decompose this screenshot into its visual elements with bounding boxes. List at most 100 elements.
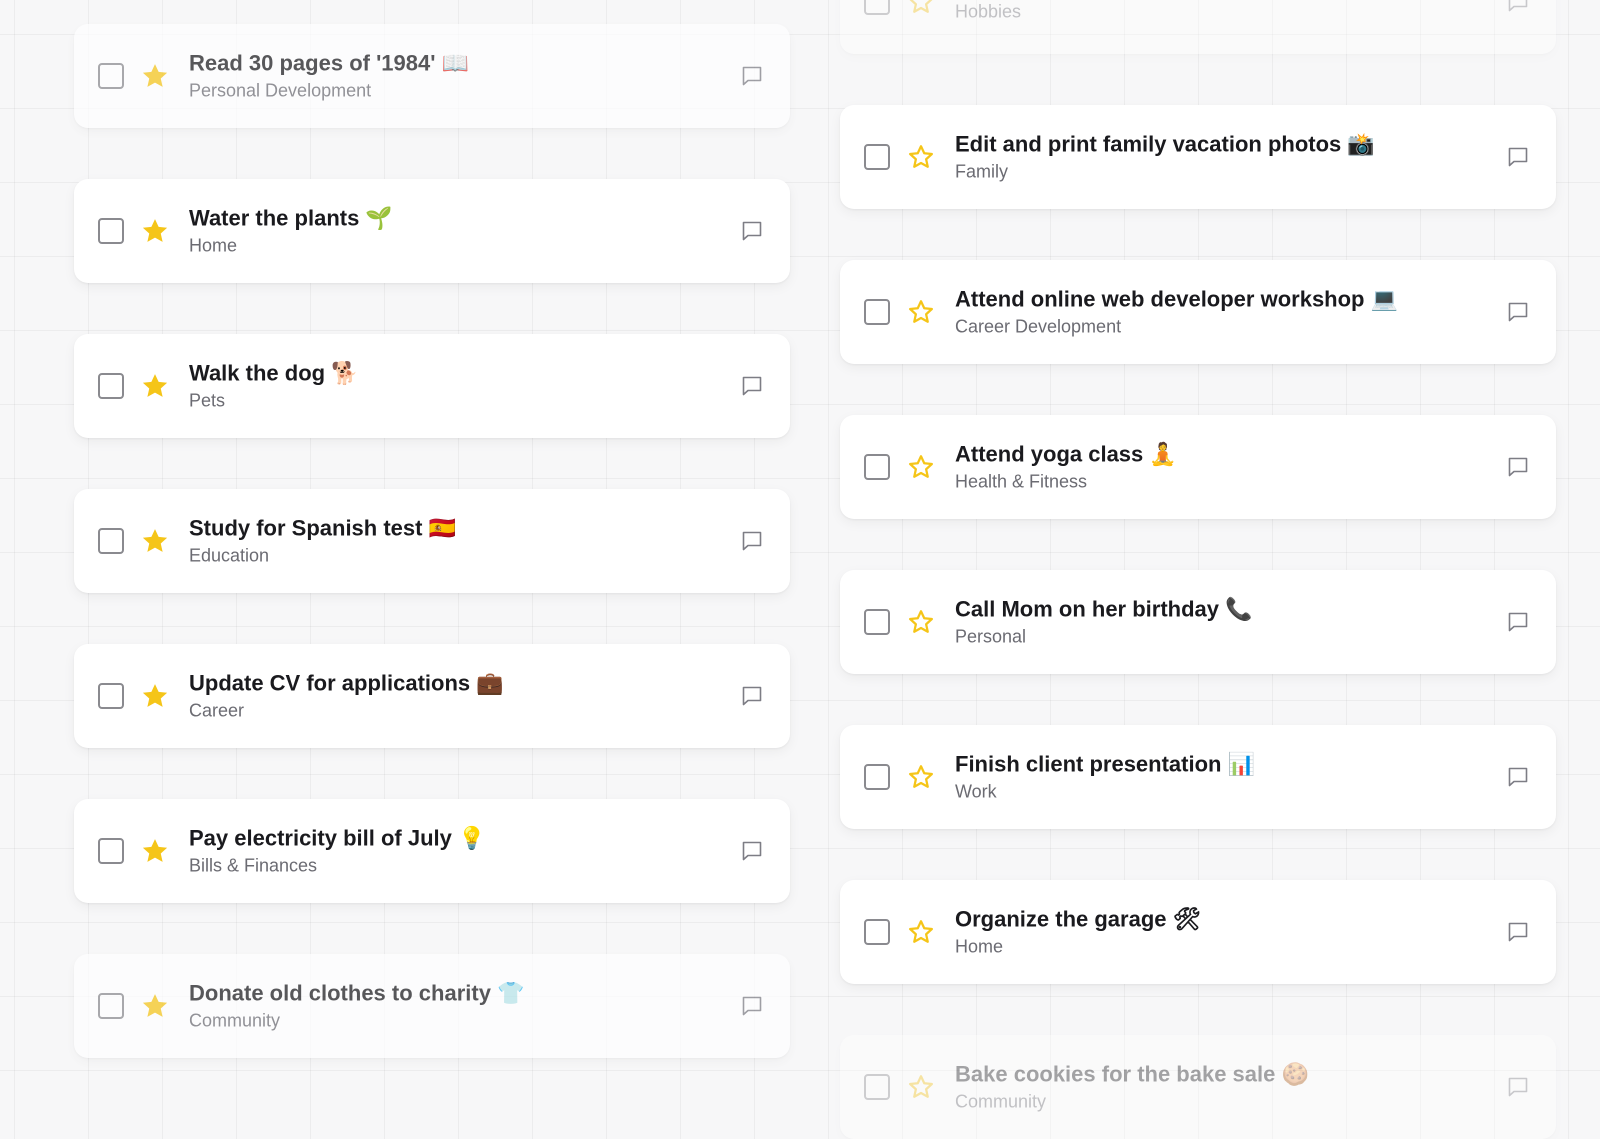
task-category: Health & Fitness xyxy=(955,471,1088,492)
task-text: Attend online web developer workshop 💻 C… xyxy=(955,286,1398,339)
task-card[interactable]: Study for Spanish test 🇪🇸 Education xyxy=(74,489,790,593)
task-text: Edit and print family vacation photos 📸 … xyxy=(955,131,1375,184)
task-category: Family xyxy=(955,161,1008,182)
task-checkbox[interactable] xyxy=(864,0,890,15)
comment-icon[interactable] xyxy=(1506,455,1530,479)
task-category: Career Development xyxy=(955,316,1122,337)
star-filled-icon[interactable] xyxy=(140,836,170,866)
star-filled-icon[interactable] xyxy=(140,991,170,1021)
task-text: Finish client presentation 📊 Work xyxy=(955,751,1255,804)
star-outline-icon[interactable] xyxy=(906,0,936,17)
comment-icon[interactable] xyxy=(1506,610,1530,634)
task-checkbox[interactable] xyxy=(98,528,124,554)
task-checkbox[interactable] xyxy=(864,609,890,635)
star-filled-icon[interactable] xyxy=(140,216,170,246)
task-card[interactable]: Call Mom on her birthday 📞 Personal xyxy=(840,570,1556,674)
star-outline-icon[interactable] xyxy=(906,452,936,482)
task-card[interactable]: Read 30 pages of '1984' 📖 Personal Devel… xyxy=(74,24,790,128)
task-card[interactable]: Edit and print family vacation photos 📸 … xyxy=(840,105,1556,209)
task-text: Update CV for applications 💼 Career xyxy=(189,670,504,723)
task-title: Update CV for applications 💼 xyxy=(189,670,504,696)
task-category: Bills & Finances xyxy=(189,855,318,876)
star-outline-icon[interactable] xyxy=(906,297,936,327)
task-category: Work xyxy=(955,781,997,802)
task-category: Career xyxy=(189,700,245,721)
task-card[interactable]: Update CV for applications 💼 Career xyxy=(74,644,790,748)
task-title: Attend yoga class 🧘 xyxy=(955,441,1177,467)
task-text: Attend yoga class 🧘 Health & Fitness xyxy=(955,441,1177,494)
task-card[interactable]: Bake cookies for the bake sale 🍪 Communi… xyxy=(840,1035,1556,1139)
star-filled-icon[interactable] xyxy=(140,371,170,401)
task-text: Donate old clothes to charity 👕 Communit… xyxy=(189,980,524,1033)
task-text: Water the plants 🌱 Home xyxy=(189,205,393,258)
task-title: Water the plants 🌱 xyxy=(189,205,393,231)
star-filled-icon[interactable] xyxy=(140,61,170,91)
task-title: Finish client presentation 📊 xyxy=(955,751,1255,777)
task-checkbox[interactable] xyxy=(98,838,124,864)
task-text: Bake cookies for the bake sale 🍪 Communi… xyxy=(955,1061,1309,1114)
task-title: Walk the dog 🐕 xyxy=(189,360,359,386)
task-card[interactable]: Donate old clothes to charity 👕 Communit… xyxy=(74,954,790,1058)
task-card[interactable]: Walk the dog 🐕 Pets xyxy=(74,334,790,438)
star-filled-icon[interactable] xyxy=(140,526,170,556)
task-checkbox[interactable] xyxy=(98,63,124,89)
task-title: Call Mom on her birthday 📞 xyxy=(955,596,1253,622)
task-checkbox[interactable] xyxy=(864,919,890,945)
task-card[interactable]: Pay electricity bill of July 💡 Bills & F… xyxy=(74,799,790,903)
comment-icon[interactable] xyxy=(740,839,764,863)
task-checkbox[interactable] xyxy=(864,144,890,170)
task-title: Organize the garage 🛠 xyxy=(955,906,1201,932)
task-checkbox[interactable] xyxy=(864,764,890,790)
left-task-column: Read 30 pages of '1984' 📖 Personal Devel… xyxy=(74,24,790,1058)
task-title: Edit and print family vacation photos 📸 xyxy=(955,131,1375,157)
task-category: Personal xyxy=(955,626,1027,647)
comment-icon[interactable] xyxy=(740,219,764,243)
task-category: Home xyxy=(189,235,238,256)
star-outline-icon[interactable] xyxy=(906,762,936,792)
task-text: Study for Spanish test 🇪🇸 Education xyxy=(189,515,456,568)
task-checkbox[interactable] xyxy=(864,454,890,480)
task-title: Pay electricity bill of July 💡 xyxy=(189,825,486,851)
star-outline-icon[interactable] xyxy=(906,917,936,947)
task-card[interactable]: Hobbies xyxy=(840,0,1556,54)
task-card[interactable]: Attend online web developer workshop 💻 C… xyxy=(840,260,1556,364)
task-card[interactable]: Organize the garage 🛠 Home xyxy=(840,880,1556,984)
task-card[interactable]: Attend yoga class 🧘 Health & Fitness xyxy=(840,415,1556,519)
task-checkbox[interactable] xyxy=(98,683,124,709)
task-category: Personal Development xyxy=(189,80,372,101)
star-filled-icon[interactable] xyxy=(140,681,170,711)
task-category: Pets xyxy=(189,390,226,411)
task-checkbox[interactable] xyxy=(98,993,124,1019)
task-category: Hobbies xyxy=(955,1,1022,22)
comment-icon[interactable] xyxy=(740,994,764,1018)
comment-icon[interactable] xyxy=(1506,920,1530,944)
task-text: Walk the dog 🐕 Pets xyxy=(189,360,359,413)
task-category: Community xyxy=(189,1010,281,1031)
comment-icon[interactable] xyxy=(1506,0,1530,14)
task-checkbox[interactable] xyxy=(98,218,124,244)
task-checkbox[interactable] xyxy=(864,299,890,325)
comment-icon[interactable] xyxy=(740,64,764,88)
task-text: Read 30 pages of '1984' 📖 Personal Devel… xyxy=(189,50,469,103)
task-title: Bake cookies for the bake sale 🍪 xyxy=(955,1061,1309,1087)
comment-icon[interactable] xyxy=(740,684,764,708)
task-category: Education xyxy=(189,545,270,566)
star-outline-icon[interactable] xyxy=(906,1072,936,1102)
comment-icon[interactable] xyxy=(1506,300,1530,324)
comment-icon[interactable] xyxy=(1506,145,1530,169)
task-card[interactable]: Finish client presentation 📊 Work xyxy=(840,725,1556,829)
comment-icon[interactable] xyxy=(740,374,764,398)
task-card[interactable]: Water the plants 🌱 Home xyxy=(74,179,790,283)
comment-icon[interactable] xyxy=(1506,1075,1530,1099)
task-text: Hobbies xyxy=(955,0,1021,24)
comment-icon[interactable] xyxy=(1506,765,1530,789)
task-text: Organize the garage 🛠 Home xyxy=(955,906,1201,959)
comment-icon[interactable] xyxy=(740,529,764,553)
task-checkbox[interactable] xyxy=(864,1074,890,1100)
task-title: Read 30 pages of '1984' 📖 xyxy=(189,50,469,76)
task-category: Community xyxy=(955,1091,1047,1112)
star-outline-icon[interactable] xyxy=(906,607,936,637)
task-text: Pay electricity bill of July 💡 Bills & F… xyxy=(189,825,485,878)
task-checkbox[interactable] xyxy=(98,373,124,399)
star-outline-icon[interactable] xyxy=(906,142,936,172)
